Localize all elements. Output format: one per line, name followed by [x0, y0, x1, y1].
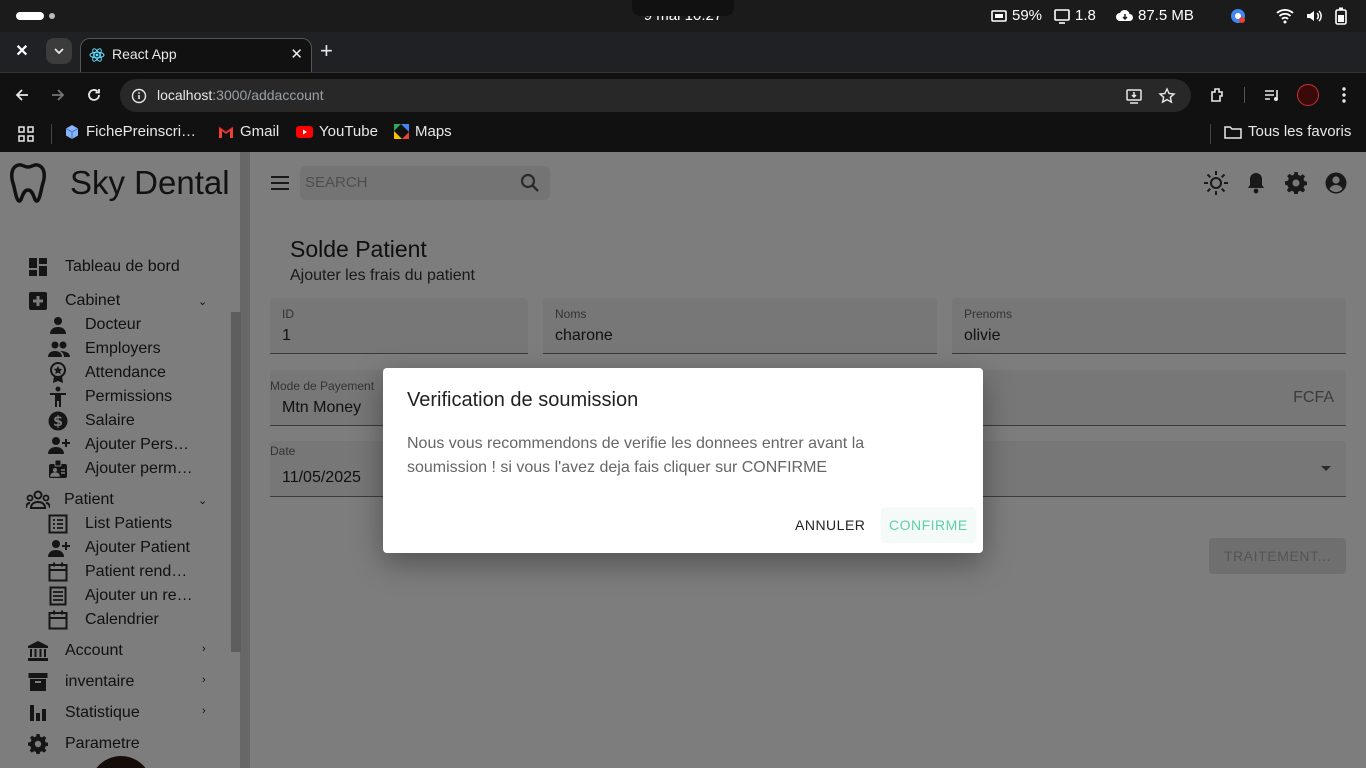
cube-icon: [65, 124, 79, 139]
folder-icon: [1224, 125, 1242, 139]
chevron-down-icon: [54, 48, 64, 55]
all-bookmarks-label: Tous les favoris: [1248, 123, 1352, 140]
monitor-icon: [1054, 8, 1070, 24]
youtube-icon: [296, 125, 313, 138]
site-info-icon[interactable]: [131, 88, 147, 104]
wifi-icon[interactable]: [1276, 8, 1294, 24]
new-tab-button[interactable]: +: [320, 40, 333, 62]
close-window-icon[interactable]: ✕: [12, 42, 32, 62]
media-controls-icon[interactable]: [1262, 85, 1282, 105]
battery-icon[interactable]: [1335, 7, 1347, 25]
bookmark-item[interactable]: Gmail: [218, 123, 279, 140]
bookmark-label: FichePreinscri…: [86, 123, 197, 140]
dialog-title: Verification de soumission: [407, 389, 639, 411]
url-text: localhost:3000/addaccount: [157, 87, 324, 103]
cpu-indicator: 59%: [990, 7, 1042, 24]
address-bar[interactable]: localhost:3000/addaccount: [120, 79, 1191, 112]
bookmark-star-icon[interactable]: [1158, 87, 1176, 105]
profile-avatar[interactable]: [1297, 84, 1319, 106]
reload-icon[interactable]: [84, 85, 104, 105]
install-app-icon[interactable]: [1125, 87, 1143, 105]
confirm-dialog: Verification de soumission Nous vous rec…: [383, 368, 983, 553]
bookmark-label: Gmail: [240, 123, 280, 140]
back-icon[interactable]: [12, 85, 32, 105]
cpu-icon: [991, 9, 1007, 22]
toolbar-divider: [1244, 87, 1245, 103]
confirme-button[interactable]: CONFIRME: [881, 507, 976, 543]
extensions-icon[interactable]: [1208, 85, 1228, 105]
tab-title: React App: [112, 46, 177, 62]
url-host: localhost: [157, 87, 213, 103]
tab-search-button[interactable]: [46, 38, 72, 64]
dialog-message: Nous vous recommendons de verifie les do…: [407, 435, 865, 476]
all-bookmarks-button[interactable]: Tous les favoris: [1224, 123, 1351, 140]
apps-grid-icon[interactable]: [17, 125, 35, 143]
forward-icon[interactable]: [48, 85, 68, 105]
chrome-app-icon[interactable]: [1230, 8, 1246, 24]
bookmarks-bar: FichePreinscri… Gmail YouTube Maps Tous …: [0, 116, 1366, 152]
cloud-download-icon: [1116, 9, 1133, 21]
net-value: 87.5 MB: [1138, 7, 1194, 24]
bookmark-item[interactable]: FichePreinscri…: [64, 123, 196, 140]
bookmark-item[interactable]: Maps: [394, 123, 452, 140]
tab-close-icon[interactable]: ✕: [290, 45, 303, 63]
react-icon: [89, 48, 105, 62]
bookmark-label: Maps: [415, 123, 452, 140]
browser-tab[interactable]: React App ✕: [80, 38, 312, 72]
load-indicator: 1.8: [1053, 7, 1096, 24]
more-menu-icon[interactable]: [1334, 85, 1354, 105]
bookmark-item[interactable]: YouTube: [296, 123, 378, 140]
net-indicator: 87.5 MB: [1116, 7, 1194, 24]
annuler-button[interactable]: ANNULER: [787, 507, 873, 543]
tab-strip: ✕ React App ✕ +: [0, 32, 1366, 72]
maps-icon: [394, 124, 409, 139]
load-value: 1.8: [1075, 7, 1096, 24]
gmail-icon: [218, 126, 234, 138]
url-path: :3000/addaccount: [212, 87, 324, 103]
camera-notch: [632, 0, 734, 16]
bookmarks-divider: [1210, 124, 1211, 144]
browser-toolbar: localhost:3000/addaccount: [0, 72, 1366, 116]
bookmarks-divider: [51, 124, 52, 144]
bookmark-label: YouTube: [319, 123, 378, 140]
volume-icon[interactable]: [1305, 8, 1323, 24]
cpu-value: 59%: [1012, 7, 1043, 24]
